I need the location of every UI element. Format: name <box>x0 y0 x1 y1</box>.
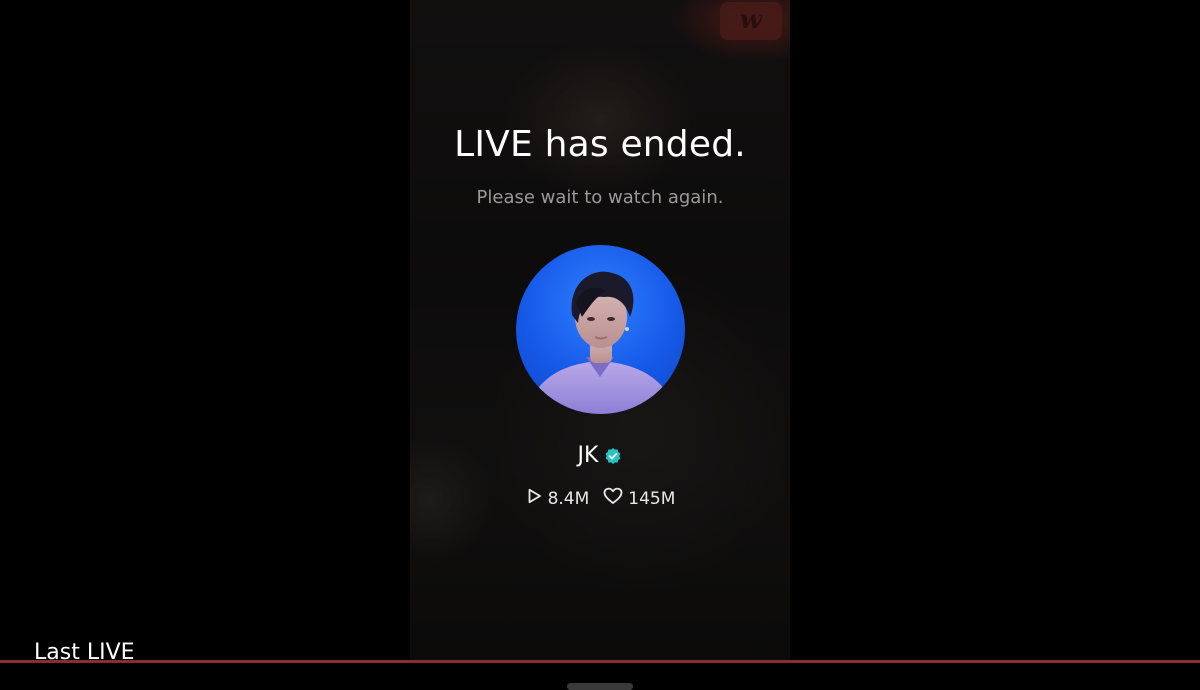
live-ended-title: LIVE has ended. <box>454 124 746 165</box>
artist-photo <box>526 271 676 414</box>
likes-count: 145M <box>628 488 676 509</box>
plays-count: 8.4M <box>547 488 590 509</box>
plays-stat: 8.4M <box>525 487 590 510</box>
playback-progress-bar[interactable] <box>0 660 1200 663</box>
stream-stats: 8.4M 145M <box>410 487 790 510</box>
verified-badge-icon <box>604 447 622 465</box>
artist-avatar[interactable] <box>516 245 685 414</box>
heart-outline-icon <box>603 487 623 510</box>
artist-name-row[interactable]: JK <box>410 443 790 468</box>
live-ended-subtitle: Please wait to watch again. <box>476 187 724 208</box>
likes-stat: 145M <box>603 487 675 510</box>
play-outline-icon <box>525 487 543 510</box>
playback-progress-fill <box>0 660 1200 663</box>
home-indicator[interactable] <box>567 683 633 690</box>
live-ended-screen: w LIVE has ended. Please wait to watch a… <box>0 0 1200 690</box>
artist-name: JK <box>577 443 599 468</box>
